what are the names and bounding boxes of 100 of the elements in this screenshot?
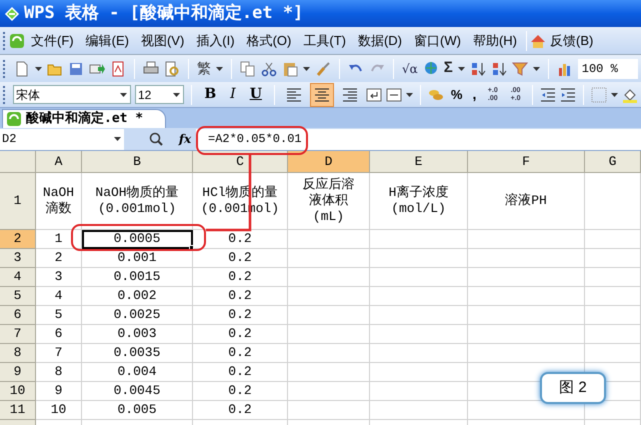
row-header[interactable]: 1 (0, 173, 36, 230)
fill-handle[interactable] (189, 245, 194, 250)
pdf-icon[interactable] (110, 60, 126, 76)
increase-indent-icon[interactable] (560, 86, 576, 102)
caret-icon[interactable] (458, 66, 465, 70)
table-cell: 0.2 (193, 382, 288, 401)
table-cell (585, 268, 641, 287)
table-cell: 0.003 (82, 325, 193, 344)
table-cell: 9 (36, 382, 82, 401)
table-cell: 0.2 (193, 344, 288, 363)
table-cell: 3 (36, 268, 82, 287)
sort-descending-icon[interactable] (490, 60, 507, 76)
menu-item[interactable]: 文件(F) (25, 30, 80, 50)
formula-input[interactable]: =A2*0.05*0.01 (196, 128, 641, 150)
wrap-text-icon[interactable] (366, 86, 382, 102)
menu-item[interactable]: 编辑(E) (80, 30, 135, 50)
globe-icon[interactable] (422, 60, 439, 76)
font-size-dropdown[interactable]: 12 (134, 85, 184, 104)
caret-icon[interactable] (173, 92, 180, 96)
sum-button[interactable]: Σ (444, 57, 453, 80)
menu-item[interactable]: 工具(T) (297, 30, 352, 50)
bold-button[interactable]: B (199, 84, 222, 105)
table-cell: 溶液PH (468, 173, 585, 230)
app-icon (4, 6, 20, 22)
menu-item[interactable]: 数据(D) (352, 30, 408, 50)
align-center-button[interactable] (310, 82, 334, 106)
row-header[interactable]: 5 (0, 287, 36, 306)
column-header[interactable]: D (288, 151, 370, 173)
row-header[interactable]: 9 (0, 363, 36, 382)
font-dropdown[interactable]: 宋体 (12, 85, 131, 104)
align-right-icon[interactable] (342, 86, 358, 102)
align-center-icon[interactable] (314, 86, 330, 102)
table-cell: 0.2 (193, 249, 288, 268)
row-header[interactable]: 8 (0, 344, 36, 363)
caret-icon[interactable] (610, 92, 618, 96)
caret-icon[interactable] (406, 92, 413, 96)
filter-icon[interactable] (512, 60, 528, 76)
fill-color-icon[interactable] (622, 86, 638, 102)
table-cell: 0.2 (193, 268, 288, 287)
caret-icon[interactable] (216, 66, 223, 70)
table-cell (585, 173, 641, 230)
column-header[interactable]: A (36, 151, 82, 173)
house-icon[interactable] (530, 32, 546, 48)
table-cell: 0.2 (193, 363, 288, 382)
cut-icon[interactable] (261, 60, 277, 76)
menu-item[interactable]: 格式(O) (240, 30, 298, 50)
row-header[interactable]: 3 (0, 249, 36, 268)
menu-item[interactable]: 反馈(B) (546, 30, 598, 50)
window-title: WPS 表格 - [酸碱中和滴定.et *] (24, 2, 304, 25)
column-header[interactable]: F (468, 151, 585, 173)
table-cell (585, 287, 641, 306)
comma-button[interactable]: , (469, 84, 480, 105)
table-cell (585, 249, 641, 268)
caret-icon[interactable] (35, 66, 42, 70)
insert-function-button[interactable]: fx (178, 130, 192, 148)
row-header[interactable]: 7 (0, 325, 36, 344)
table-cell: 0.2 (193, 287, 288, 306)
table-cell: 0.002 (82, 287, 193, 306)
traditional-chinese-button[interactable]: 繁 (197, 58, 211, 79)
zoom-field[interactable]: 100 % (578, 58, 638, 78)
menu-item[interactable]: 视图(V) (134, 30, 190, 50)
merge-cells-icon[interactable] (386, 86, 402, 102)
magnifier-icon[interactable] (148, 132, 163, 146)
underline-button[interactable]: U (244, 84, 267, 105)
row-header[interactable]: 6 (0, 306, 36, 325)
name-box[interactable]: D2 (0, 128, 124, 150)
document-tab[interactable]: 酸碱中和滴定.et * (2, 109, 166, 128)
table-cell: NaOH 滴数 (36, 173, 82, 230)
row-header[interactable]: 4 (0, 268, 36, 287)
print-preview-icon[interactable] (164, 60, 180, 76)
caret-icon[interactable] (120, 92, 127, 96)
sort-ascending-icon[interactable] (470, 60, 486, 76)
table-cell: 0.0045 (82, 382, 193, 401)
copy-icon[interactable] (240, 60, 256, 76)
row-header[interactable]: 11 (0, 401, 36, 420)
save-icon[interactable] (68, 60, 84, 76)
new-document-icon[interactable] (14, 60, 30, 76)
print-icon[interactable] (143, 60, 159, 76)
table-cell: 7 (36, 344, 82, 363)
format-painter-icon[interactable] (315, 60, 331, 76)
italic-button[interactable]: I (225, 84, 241, 105)
paste-icon[interactable] (282, 60, 298, 76)
row-header[interactable]: 2 (0, 230, 36, 249)
percent-button[interactable]: % (448, 84, 466, 104)
caret-icon[interactable] (114, 137, 121, 141)
table-cell: 0.0025 (82, 306, 193, 325)
menu-item[interactable]: 窗口(W) (408, 30, 467, 50)
corner-cell[interactable] (0, 151, 36, 173)
column-header[interactable]: G (585, 151, 641, 173)
row-header[interactable]: 10 (0, 382, 36, 401)
decrease-indent-icon[interactable] (540, 86, 556, 102)
align-left-icon[interactable] (286, 86, 302, 102)
caret-icon[interactable] (532, 66, 540, 70)
column-header[interactable]: B (82, 151, 193, 173)
formula-button[interactable]: √α (402, 60, 418, 78)
table-cell (585, 344, 641, 363)
menu-item[interactable]: 插入(I) (190, 30, 241, 50)
caret-icon[interactable] (303, 66, 310, 70)
column-header[interactable]: E (370, 151, 468, 173)
menu-item[interactable]: 帮助(H) (466, 30, 523, 50)
